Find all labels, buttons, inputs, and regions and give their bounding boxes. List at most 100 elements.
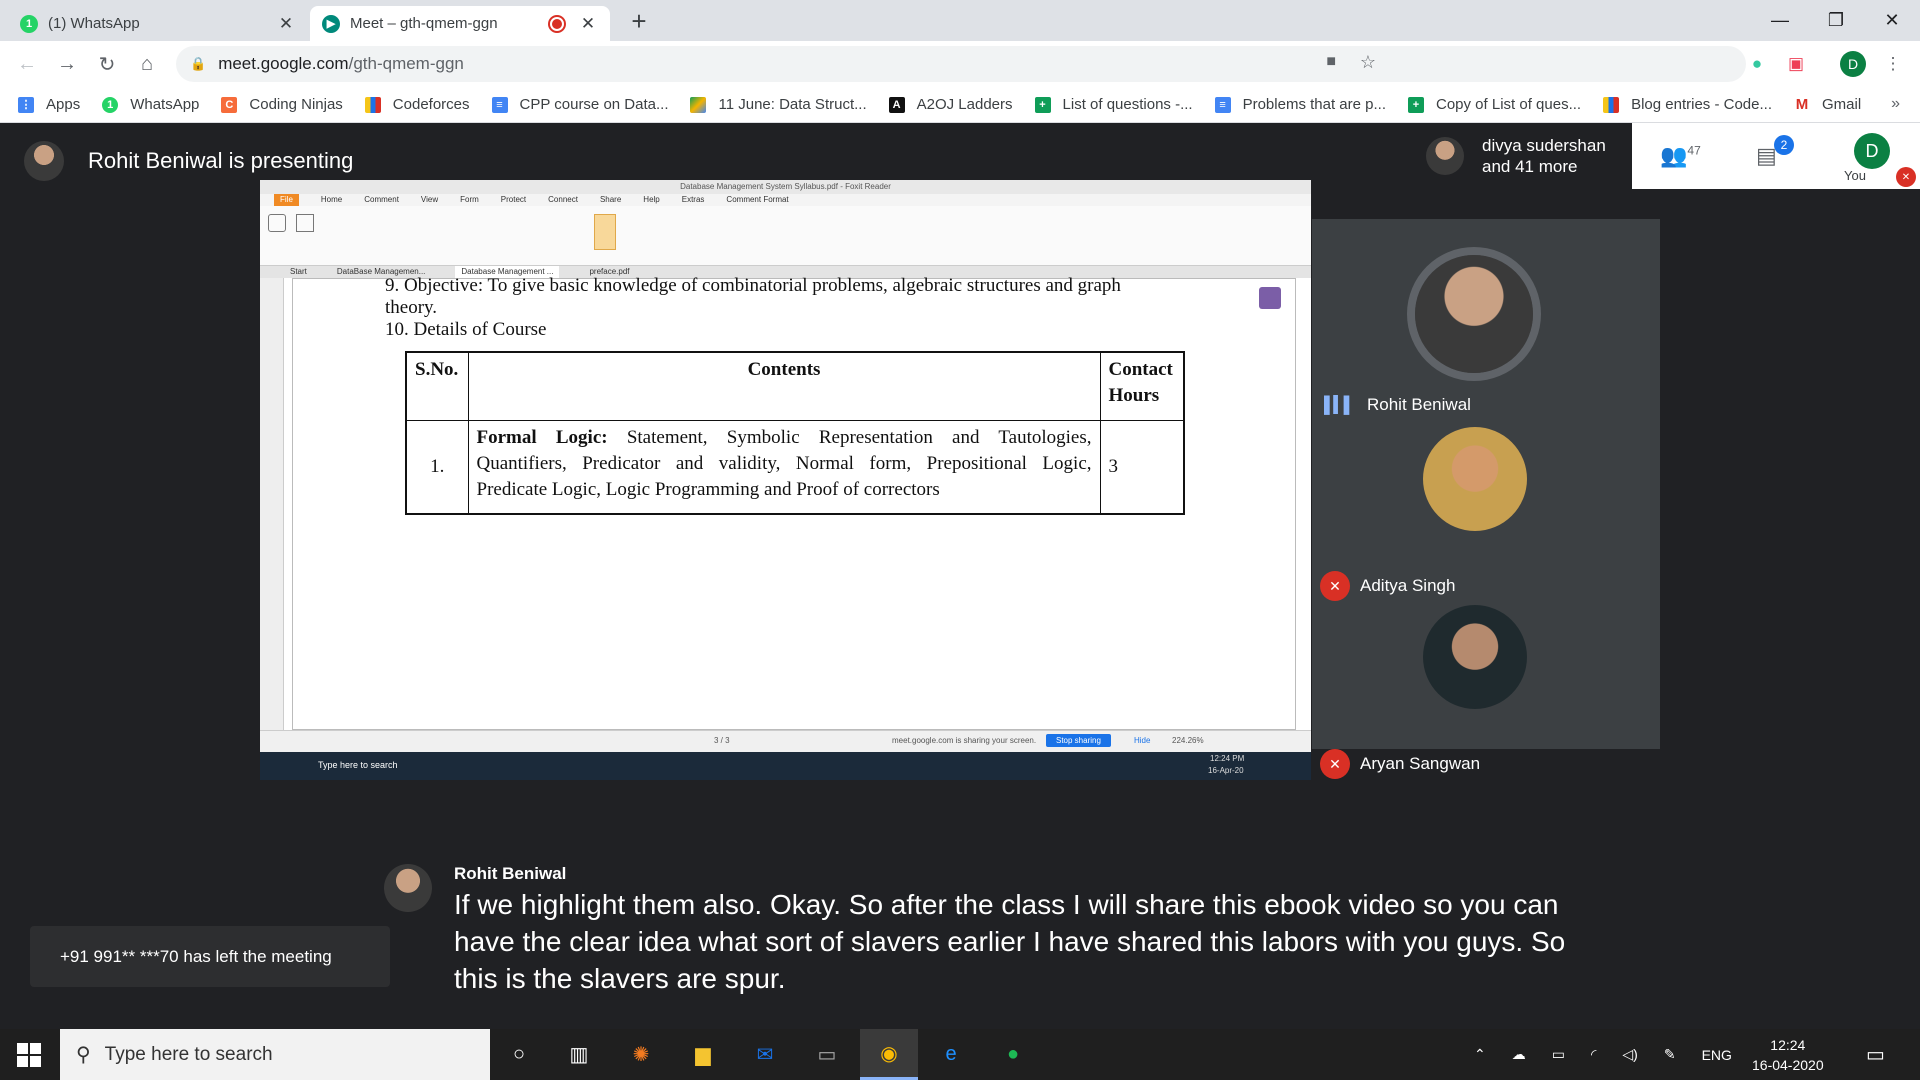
close-window-button[interactable]: ✕	[1864, 0, 1920, 41]
people-icon: 👥	[1660, 143, 1688, 168]
url-host: meet.google.com	[218, 54, 349, 73]
mysql-icon[interactable]: ▭	[798, 1029, 856, 1080]
pdf-menu-item: Extras	[681, 195, 705, 204]
table-header: S.No.	[405, 351, 469, 421]
pdf-ribbon	[260, 206, 1311, 266]
participants-summary[interactable]: divya sudershan and 41 more	[1416, 123, 1632, 189]
tab-title: Meet – gth-qmem-ggn	[350, 15, 498, 32]
docs-icon: ≡	[1214, 96, 1231, 113]
close-tab-icon[interactable]: ✕	[276, 14, 296, 34]
pdf-menu-item: Comment Format	[726, 195, 789, 204]
avatar	[1423, 427, 1527, 531]
mic-off-icon: ✕	[1320, 749, 1350, 779]
caption-speaker: Rohit Beniwal	[454, 864, 567, 883]
participant-name: Rohit Beniwal	[1366, 395, 1471, 414]
gmail-icon: M	[1793, 96, 1810, 113]
zoom-level: 224.26%	[1172, 736, 1204, 745]
tile-aryan: ✕ Aryan Sangwan	[1320, 749, 1480, 779]
profile-button[interactable]: D	[1838, 49, 1868, 79]
meet-icon: ▶	[322, 14, 340, 33]
menu-icon[interactable]: ⋮	[1878, 49, 1908, 79]
hand-tool-icon	[268, 214, 286, 232]
file-explorer-icon[interactable]: ▆	[674, 1029, 732, 1080]
reload-button[interactable]: ↻	[92, 49, 122, 79]
task-view-icon[interactable]: ▥	[550, 1029, 608, 1080]
address-bar[interactable]: 🔒 meet.google.com/gth-qmem-ggn ■ ☆	[176, 46, 1746, 82]
speaking-icon: ▌▍▌	[1324, 397, 1355, 414]
browser-toolbar: ← → ↻ ⌂ 🔒 meet.google.com/gth-qmem-ggn ■…	[0, 41, 1920, 87]
inner-search: Type here to search	[318, 760, 398, 770]
notifications-icon[interactable]: ▭	[1866, 1029, 1885, 1080]
bookmark-problems[interactable]: ≡ Problems that are p...	[1214, 96, 1386, 113]
close-tab-icon[interactable]: ✕	[578, 14, 598, 34]
shared-screen: Database Management System Syllabus.pdf …	[260, 180, 1311, 780]
whatsapp-icon: 1	[102, 96, 119, 113]
minimize-button[interactable]: —	[1752, 0, 1808, 41]
edge-icon[interactable]: e	[922, 1029, 980, 1080]
table-header: Contents	[467, 351, 1101, 421]
forward-button[interactable]: →	[52, 49, 82, 79]
bookmark-apps[interactable]: ⋮ Apps	[18, 96, 80, 113]
clock[interactable]: 12:24 16-04-2020	[1752, 1029, 1824, 1080]
taskbar-search-placeholder: Type here to search	[104, 1043, 273, 1065]
lock-icon: 🔒	[190, 56, 207, 71]
camera-icon[interactable]: ■	[1326, 53, 1336, 71]
meet-stage: Rohit Beniwal is presenting divya suders…	[0, 123, 1920, 1029]
presenting-label: Rohit Beniwal is presenting	[88, 148, 354, 173]
codeblocks-icon[interactable]: ✺	[612, 1029, 670, 1080]
pen-icon[interactable]: ✎	[1664, 1046, 1676, 1063]
pdf-menu-item: Connect	[548, 195, 578, 204]
people-button[interactable]: 👥47	[1660, 143, 1701, 169]
table-header-row: S.No. Contents Contact Hours	[405, 351, 1185, 421]
chrome-icon[interactable]: ◉	[860, 1029, 918, 1080]
restore-button[interactable]: ❐	[1808, 0, 1864, 41]
volume-icon[interactable]: ◁)	[1622, 1046, 1637, 1063]
tab-meet[interactable]: ▶ Meet – gth-qmem-ggn ✕	[310, 6, 610, 41]
onedrive-icon[interactable]: ☁	[1512, 1046, 1526, 1063]
sheets-icon: +	[1034, 96, 1051, 113]
new-tab-button[interactable]: +	[624, 6, 654, 36]
a2oj-icon: A	[888, 96, 905, 113]
bookmark-cpp-course[interactable]: ≡ CPP course on Data...	[491, 96, 668, 113]
bookmark-a2oj[interactable]: A A2OJ Ladders	[888, 96, 1013, 113]
mail-icon[interactable]: ✉	[736, 1029, 794, 1080]
bookmark-codeforces[interactable]: Codeforces	[364, 96, 470, 113]
bookmark-drive[interactable]: 11 June: Data Struct...	[690, 96, 867, 113]
avatar	[24, 141, 64, 181]
pdf-menu-item: File	[274, 194, 299, 206]
tab-whatsapp[interactable]: 1 (1) WhatsApp ✕	[8, 6, 308, 41]
table-cell-hours: 3	[1099, 419, 1185, 515]
battery-icon[interactable]: ▭	[1552, 1046, 1565, 1063]
wifi-icon[interactable]: ◜	[1591, 1046, 1596, 1063]
bookmarks-overflow-icon[interactable]: »	[1891, 95, 1900, 113]
tile-aditya: ✕ Aditya Singh	[1320, 571, 1455, 601]
bookmark-blog-entries[interactable]: Blog entries - Code...	[1603, 96, 1772, 113]
bookmark-coding-ninjas[interactable]: C Coding Ninjas	[221, 96, 343, 113]
inner-time: 12:24 PM	[1210, 754, 1245, 763]
extension-pocket-icon[interactable]: ▣	[1781, 49, 1811, 79]
spotify-icon[interactable]: ●	[984, 1029, 1042, 1080]
chat-button[interactable]: ▤ 2	[1756, 135, 1794, 169]
back-button[interactable]: ←	[12, 49, 42, 79]
participant-name: Aditya Singh	[1360, 576, 1456, 595]
people-count: 47	[1687, 143, 1701, 158]
self-avatar[interactable]: D	[1854, 133, 1890, 169]
extension-grammarly-icon[interactable]: ●	[1742, 49, 1772, 79]
bookmark-gmail[interactable]: M Gmail	[1793, 96, 1861, 113]
clock-date: 16-04-2020	[1752, 1056, 1824, 1073]
taskbar-search[interactable]: ⚲ Type here to search	[60, 1029, 490, 1080]
bookmark-list-questions[interactable]: + List of questions -...	[1034, 96, 1193, 113]
language-indicator[interactable]: ENG	[1702, 1047, 1732, 1063]
mic-off-icon: ✕	[1320, 571, 1350, 601]
bookmark-whatsapp[interactable]: 1 WhatsApp	[102, 96, 199, 113]
apps-grid-icon: ⋮	[18, 96, 34, 113]
home-button[interactable]: ⌂	[132, 49, 162, 79]
doc-details-line: 10. Details of Course	[385, 319, 547, 340]
bookmark-copy-list[interactable]: + Copy of List of ques...	[1408, 96, 1581, 113]
star-icon[interactable]: ☆	[1360, 52, 1376, 73]
tray-overflow-icon[interactable]: ⌃	[1474, 1046, 1486, 1063]
pdf-menu-item: Home	[320, 195, 343, 204]
cortana-icon[interactable]: ○	[490, 1029, 548, 1080]
windows-start-button[interactable]	[16, 1042, 42, 1068]
course-table: S.No. Contents Contact Hours 1. Formal L…	[405, 351, 1185, 515]
